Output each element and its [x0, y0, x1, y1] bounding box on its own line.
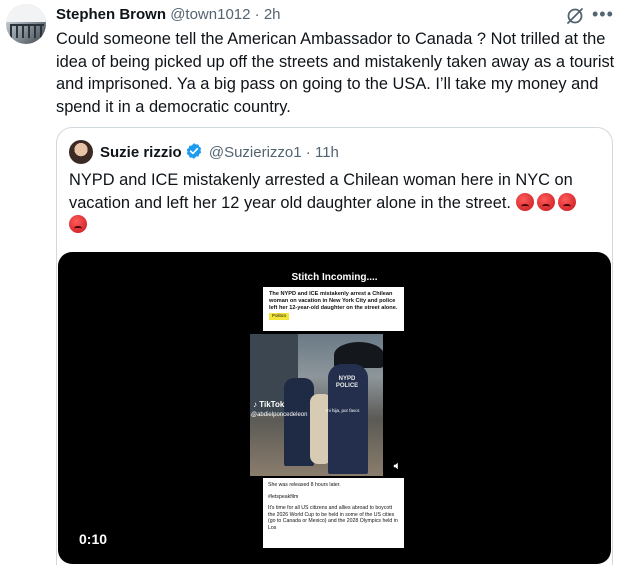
quoted-tweet-header: Suzie rizzio @Suzierizzo1 · 11h: [100, 142, 339, 163]
nypd-uniform-label: NYPD POLICE: [335, 376, 359, 389]
quoted-tweet[interactable]: Suzie rizzio @Suzierizzo1 · 11h NYPD and…: [56, 127, 613, 565]
quoted-post-time[interactable]: 11h: [315, 144, 339, 161]
video-stitch-title: Stitch Incoming....: [291, 272, 378, 283]
quoted-tweet-text-block: NYPD and ICE mistakenly arrested a Chile…: [69, 169, 589, 237]
quoted-tweet-text: NYPD and ICE mistakenly arrested a Chile…: [69, 171, 573, 212]
tiktok-watermark: ♪ TikTok: [253, 400, 285, 409]
more-horizontal-icon[interactable]: •••: [592, 5, 613, 25]
politics-tag: Politics: [269, 313, 290, 320]
angry-face-emoji: [557, 192, 576, 211]
tweet-header: Stephen Brown @town1012 · 2h: [56, 5, 281, 25]
post-time[interactable]: 2h: [264, 6, 281, 23]
quoted-author-avatar[interactable]: [69, 140, 93, 164]
video-bottom-line: #letspeakfilm: [268, 493, 299, 500]
angry-face-emoji: [69, 215, 87, 233]
author-avatar[interactable]: [6, 4, 46, 44]
avatar-background: [6, 4, 46, 22]
video-timecode: 0:10: [79, 531, 108, 547]
quoted-separator: ·: [305, 144, 311, 161]
video-headline-card: The NYPD and ICE mistakenly arrest a Chi…: [263, 287, 404, 331]
verified-badge-icon: [186, 143, 201, 159]
angry-face-emoji: [536, 192, 555, 211]
avatar-railing: [10, 24, 44, 38]
speaker-icon[interactable]: [393, 462, 401, 470]
grok-icon[interactable]: [565, 6, 585, 26]
video-bottom-line: It's time for all US citizens and allies…: [268, 505, 398, 531]
quoted-author-handle[interactable]: @Suzierizzo1: [209, 144, 302, 161]
author-handle[interactable]: @town1012: [170, 6, 250, 23]
video-subtitle: mi hija, por favor.: [326, 408, 361, 413]
angry-face-emoji: [515, 192, 534, 211]
video-bottom-card: She was released 8 hours later. #letspea…: [263, 478, 404, 548]
video-player[interactable]: Stitch Incoming.... The NYPD and ICE mis…: [58, 252, 611, 564]
tiktok-label: TikTok: [259, 400, 285, 409]
tweet-text: Could someone tell the American Ambassad…: [56, 30, 615, 116]
header-separator: ·: [254, 6, 260, 23]
tiktok-handle: @abdielponcedeleon: [251, 412, 308, 418]
tweet[interactable]: Stephen Brown @town1012 · 2h ••• Could s…: [0, 0, 640, 565]
video-headline: The NYPD and ICE mistakenly arrest a Chi…: [269, 291, 398, 311]
video-bottom-line: She was released 8 hours later.: [268, 482, 341, 488]
author-name[interactable]: Stephen Brown: [56, 6, 166, 23]
quoted-author-name[interactable]: Suzie rizzio: [100, 144, 182, 161]
